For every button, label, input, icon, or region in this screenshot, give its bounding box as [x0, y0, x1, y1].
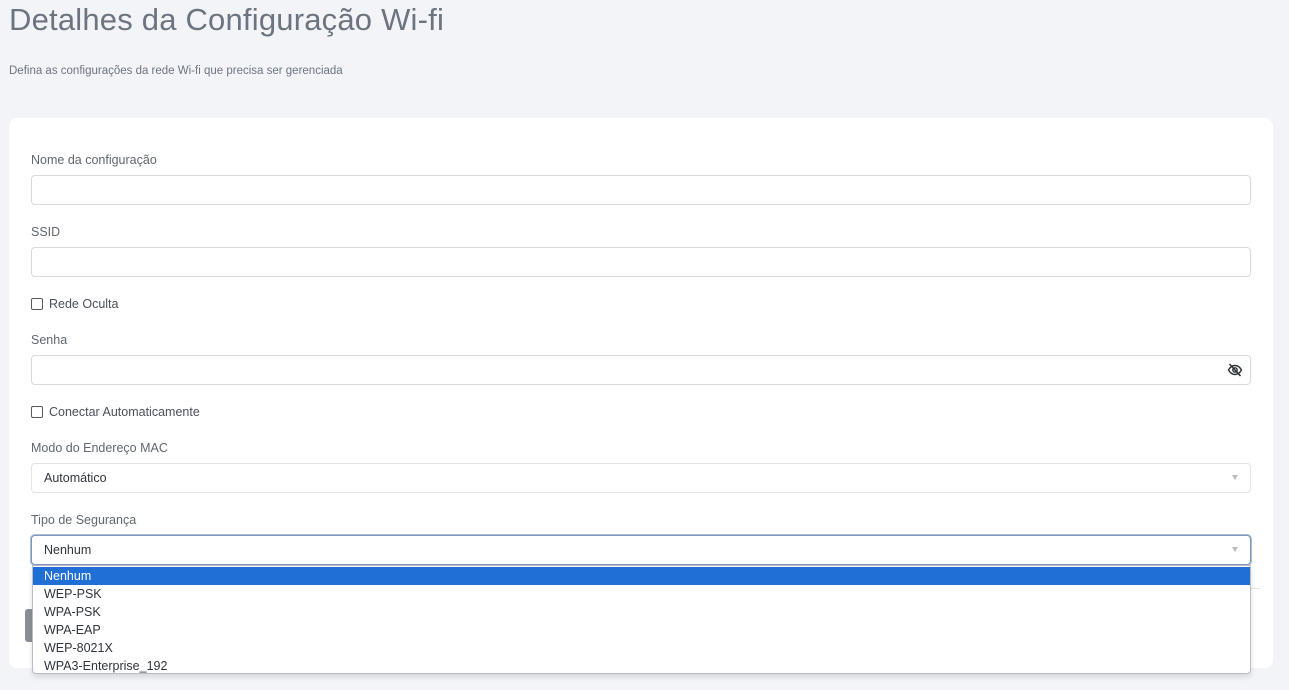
eye-slash-icon[interactable]	[1227, 362, 1243, 378]
config-name-input[interactable]	[31, 175, 1251, 205]
dropdown-option-wpa-psk[interactable]: WPA-PSK	[33, 603, 1250, 621]
divider	[1250, 588, 1260, 589]
security-type-select[interactable]: Nenhum	[31, 535, 1251, 565]
security-type-label: Tipo de Segurança	[31, 513, 137, 527]
hidden-network-row[interactable]: Rede Oculta	[31, 296, 118, 312]
hidden-network-label: Rede Oculta	[49, 297, 119, 311]
security-type-value: Nenhum	[44, 543, 92, 557]
config-name-label: Nome da configuração	[31, 153, 157, 167]
dropdown-option-wpa3-enterprise-192[interactable]: WPA3-Enterprise_192	[33, 657, 1250, 675]
dropdown-option-nenhum[interactable]: Nenhum	[33, 567, 1250, 585]
auto-connect-label: Conectar Automaticamente	[49, 405, 200, 419]
auto-connect-row[interactable]: Conectar Automaticamente	[31, 404, 200, 420]
ssid-input[interactable]	[31, 247, 1251, 277]
mac-mode-value: Automático	[44, 471, 107, 485]
mac-mode-label: Modo do Endereço MAC	[31, 441, 168, 455]
password-input[interactable]	[31, 355, 1251, 385]
password-label: Senha	[31, 333, 68, 347]
mac-mode-select[interactable]: Automático	[31, 463, 1251, 493]
hidden-network-checkbox[interactable]	[31, 298, 43, 310]
caret-down-icon	[1232, 475, 1238, 480]
ssid-label: SSID	[31, 225, 61, 239]
auto-connect-checkbox[interactable]	[31, 406, 43, 418]
dropdown-option-wpa-eap[interactable]: WPA-EAP	[33, 621, 1250, 639]
caret-down-icon	[1232, 547, 1238, 552]
page-title: Detalhes da Configuração Wi-fi	[9, 2, 445, 37]
dropdown-option-wep-8021x[interactable]: WEP-8021X	[33, 639, 1250, 657]
security-type-dropdown: Nenhum WEP-PSK WPA-PSK WPA-EAP WEP-8021X…	[32, 565, 1251, 674]
dropdown-option-wep-psk[interactable]: WEP-PSK	[33, 585, 1250, 603]
page-subtitle: Defina as configurações da rede Wi-fi qu…	[9, 65, 343, 77]
